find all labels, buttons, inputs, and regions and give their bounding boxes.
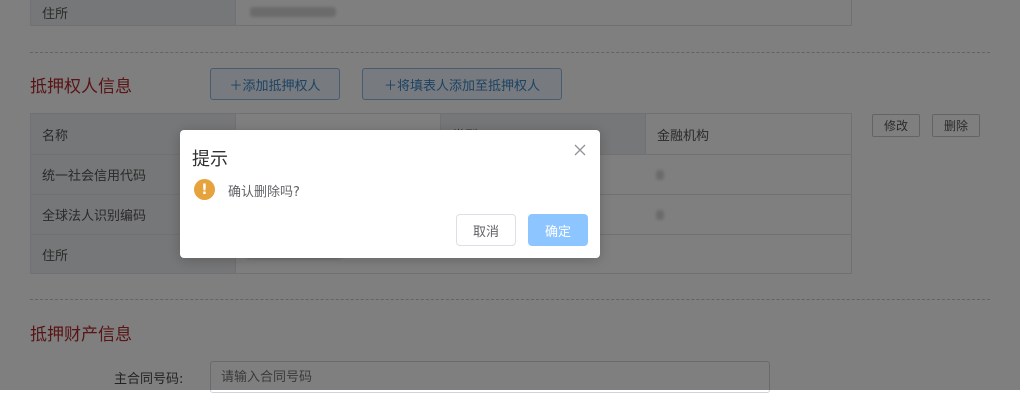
confirm-button[interactable]: 确定 xyxy=(528,214,588,246)
dialog-message: 确认删除吗? xyxy=(228,185,300,200)
dialog-title: 提示 xyxy=(192,149,228,170)
close-icon[interactable] xyxy=(572,142,588,158)
cancel-button[interactable]: 取消 xyxy=(456,214,516,246)
warning-icon: ! xyxy=(194,179,215,200)
confirm-dialog: 提示 ! 确认删除吗? 取消 确定 xyxy=(180,130,600,258)
